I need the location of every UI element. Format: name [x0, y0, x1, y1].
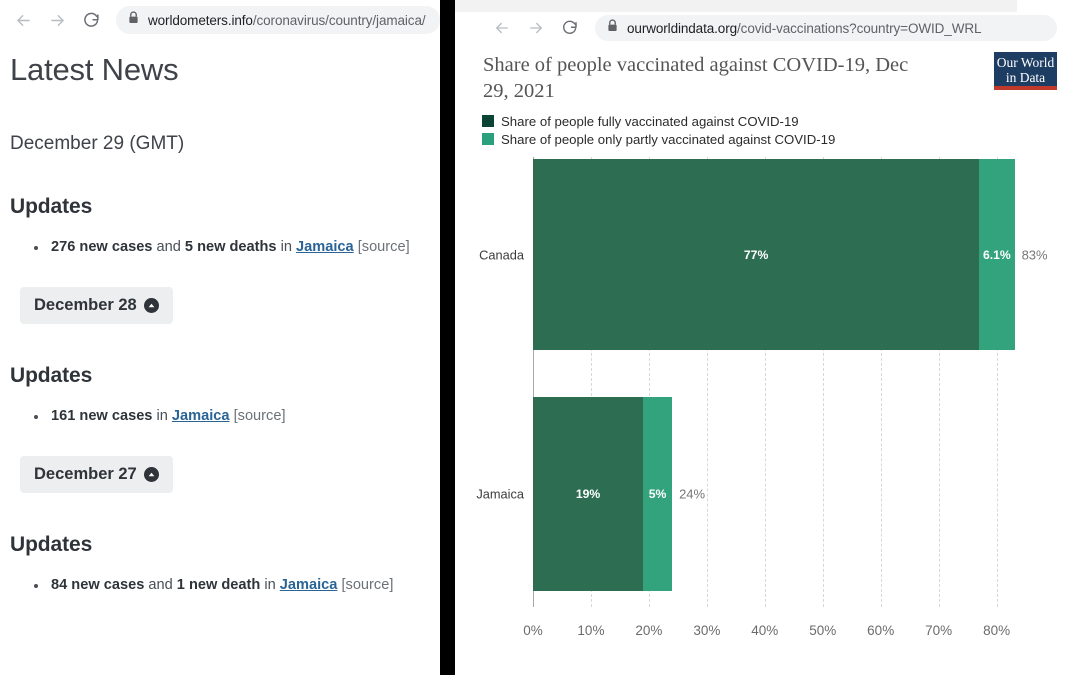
right-browser-toolbar: ourworldindata.org/covid-vaccinations?co… [455, 12, 1079, 44]
new-cases-stat: 161 new cases [51, 408, 152, 424]
conjunction-text: and [152, 239, 184, 255]
lock-icon [128, 11, 139, 29]
worldometers-page-content: Latest News December 29 (GMT) Updates 27… [0, 40, 440, 595]
updates-heading: Updates [10, 195, 440, 219]
bar-segment[interactable]: 5% [643, 397, 672, 591]
list-item: 84 new cases and 1 new death in Jamaica … [10, 576, 440, 595]
bar-segment[interactable]: 6.1% [979, 159, 1014, 350]
list-item: 276 new cases and 5 new deaths in Jamaic… [10, 238, 440, 257]
new-deaths-stat: 1 new death [177, 577, 261, 593]
x-axis-tick-label: 10% [577, 623, 604, 638]
current-date-heading: December 29 (GMT) [10, 133, 440, 155]
new-deaths-stat: 5 new deaths [185, 239, 277, 255]
worldometers-browser-pane: worldometers.info/coronavirus/country/ja… [0, 0, 440, 675]
right-url-path: /covid-vaccinations?country=OWID_WRL [737, 21, 981, 36]
in-text: in [152, 408, 171, 424]
in-text: in [277, 239, 296, 255]
right-address-bar[interactable]: ourworldindata.org/covid-vaccinations?co… [595, 15, 1057, 41]
bar-segment-value: 19% [576, 487, 600, 501]
left-url-host: worldometers.info [148, 13, 253, 28]
new-cases-stat: 84 new cases [51, 577, 144, 593]
x-axis-tick-label: 50% [809, 623, 836, 638]
reload-icon[interactable] [553, 11, 587, 45]
page-title: Latest News [10, 52, 440, 88]
new-cases-stat: 276 new cases [51, 239, 152, 255]
owid-browser-pane: ourworldindata.org/covid-vaccinations?co… [455, 0, 1079, 675]
updates-heading: Updates [10, 364, 440, 388]
right-url-text: ourworldindata.org/covid-vaccinations?co… [627, 21, 981, 36]
x-axis-tick-label: 0% [523, 623, 543, 638]
forward-arrow-icon[interactable] [519, 11, 553, 45]
country-link[interactable]: Jamaica [172, 408, 230, 424]
bar-segment-value: 5% [649, 487, 667, 501]
date-pill-december-27[interactable]: December 27 [20, 456, 173, 493]
date-pill-label: December 27 [34, 465, 137, 484]
bar-total-label: 83% [1022, 247, 1048, 262]
owid-page-content: Share of people vaccinated against COVID… [455, 44, 1079, 675]
in-text: in [260, 577, 279, 593]
back-arrow-icon[interactable] [485, 11, 519, 45]
caret-up-circle-icon [144, 298, 159, 313]
country-link[interactable]: Jamaica [280, 577, 338, 593]
country-link[interactable]: Jamaica [296, 239, 354, 255]
list-item: 161 new cases in Jamaica [source] [10, 407, 440, 426]
bar-segment[interactable]: 77% [533, 159, 979, 350]
pane-divider [440, 0, 455, 675]
updates-heading: Updates [10, 533, 440, 557]
right-url-host: ourworldindata.org [627, 21, 737, 36]
bar-total-label: 24% [679, 487, 705, 502]
forward-arrow-icon[interactable] [40, 3, 74, 37]
x-axis-tick-label: 20% [635, 623, 662, 638]
bar-segment[interactable]: 19% [533, 397, 643, 591]
left-address-bar[interactable]: worldometers.info/coronavirus/country/ja… [116, 6, 440, 34]
x-axis-tick-label: 40% [751, 623, 778, 638]
left-url-path: /coronavirus/country/jamaica/ [253, 13, 426, 28]
bar-segment-value: 6.1% [983, 248, 1011, 262]
reload-icon[interactable] [74, 3, 108, 37]
source-link[interactable]: [source] [341, 577, 393, 593]
lock-icon [607, 19, 618, 37]
conjunction-text: and [144, 577, 176, 593]
x-axis-tick-label: 60% [867, 623, 894, 638]
vaccination-bar-chart: 0% 10% 20% 30% 40% 50% 60% 70% 80% Canada 77% 6.1% 8… [455, 44, 1079, 675]
screenshot-root: worldometers.info/coronavirus/country/ja… [0, 0, 1079, 675]
category-label-jamaica: Jamaica [455, 487, 524, 502]
category-label-canada: Canada [455, 247, 524, 262]
x-axis-tick-label: 30% [693, 623, 720, 638]
bar-segment-value: 77% [744, 248, 768, 262]
date-pill-december-28[interactable]: December 28 [20, 287, 173, 324]
date-pill-label: December 28 [34, 296, 137, 315]
left-url-text: worldometers.info/coronavirus/country/ja… [148, 13, 426, 28]
caret-up-circle-icon [144, 467, 159, 482]
source-link[interactable]: [source] [358, 239, 410, 255]
x-axis-tick-label: 70% [925, 623, 952, 638]
back-arrow-icon[interactable] [6, 3, 40, 37]
left-browser-toolbar: worldometers.info/coronavirus/country/ja… [0, 0, 440, 40]
source-link[interactable]: [source] [234, 408, 286, 424]
x-axis-tick-label: 80% [983, 623, 1010, 638]
